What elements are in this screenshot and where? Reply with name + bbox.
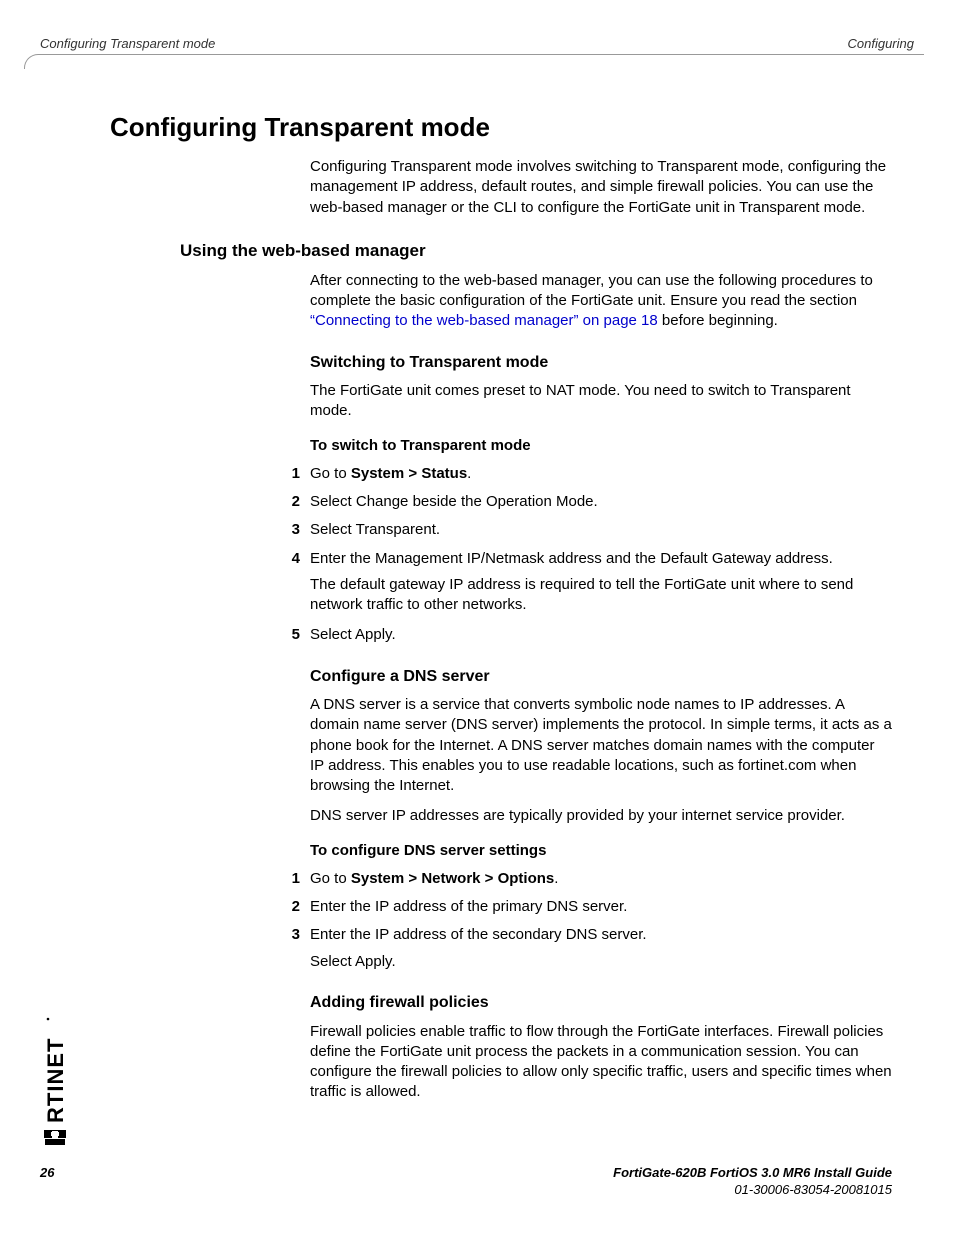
switch-intro: The FortiGate unit comes preset to NAT m…	[310, 381, 892, 422]
intro-paragraph: Configuring Transparent mode involves sw…	[310, 157, 892, 218]
dns-proc-title: To configure DNS server settings	[310, 841, 892, 861]
switch-proc-title: To switch to Transparent mode	[310, 436, 892, 456]
firewall-paragraph: Firewall policies enable traffic to flow…	[310, 1022, 892, 1103]
switch-steps: 1Go to System > Status. 2Select Change b…	[310, 464, 892, 646]
step-note: The default gateway IP address is requir…	[310, 575, 892, 616]
header-right: Configuring	[848, 36, 915, 51]
svg-text:RTINET: RTINET	[43, 1038, 68, 1123]
cross-ref-link[interactable]: “Connecting to the web-based manager” on…	[310, 312, 658, 329]
list-item: 3Enter the IP address of the secondary D…	[310, 925, 892, 972]
dns-steps: 1Go to System > Network > Options. 2Ente…	[310, 869, 892, 972]
list-item: 4Enter the Management IP/Netmask address…	[310, 549, 892, 616]
subsection-firewall: Adding firewall policies	[310, 992, 892, 1014]
list-item: 2Select Change beside the Operation Mode…	[310, 492, 892, 512]
page-footer: 26 FortiGate-620B FortiOS 3.0 MR6 Instal…	[40, 1165, 892, 1199]
web-intro-before: After connecting to the web-based manage…	[310, 272, 873, 309]
list-item: 5Select Apply.	[310, 625, 892, 645]
footer-title: FortiGate-620B FortiOS 3.0 MR6 Install G…	[613, 1165, 892, 1180]
footer-docinfo: FortiGate-620B FortiOS 3.0 MR6 Install G…	[613, 1165, 892, 1199]
section-using-web-manager: Using the web-based manager	[180, 240, 892, 263]
dns-paragraph-2: DNS server IP addresses are typically pr…	[310, 806, 892, 826]
web-intro-paragraph: After connecting to the web-based manage…	[310, 271, 892, 332]
step-note: Select Apply.	[310, 952, 892, 972]
list-item: 1Go to System > Status.	[310, 464, 892, 484]
footer-docid: 01-30006-83054-20081015	[734, 1182, 892, 1197]
header-rule	[24, 54, 924, 69]
fortinet-logo: RTINET	[40, 945, 70, 1145]
header-left: Configuring Transparent mode	[40, 36, 215, 51]
list-item: 1Go to System > Network > Options.	[310, 869, 892, 889]
page-number: 26	[40, 1165, 54, 1180]
web-intro-after: before beginning.	[658, 312, 778, 329]
dns-paragraph-1: A DNS server is a service that converts …	[310, 695, 892, 796]
subsection-switching: Switching to Transparent mode	[310, 352, 892, 374]
list-item: 2Enter the IP address of the primary DNS…	[310, 897, 892, 917]
page-content: Configuring Transparent mode Configuring…	[110, 110, 892, 1113]
running-header: Configuring Transparent mode Configuring	[40, 36, 914, 51]
subsection-dns: Configure a DNS server	[310, 666, 892, 688]
page-title: Configuring Transparent mode	[110, 110, 892, 145]
list-item: 3Select Transparent.	[310, 520, 892, 540]
